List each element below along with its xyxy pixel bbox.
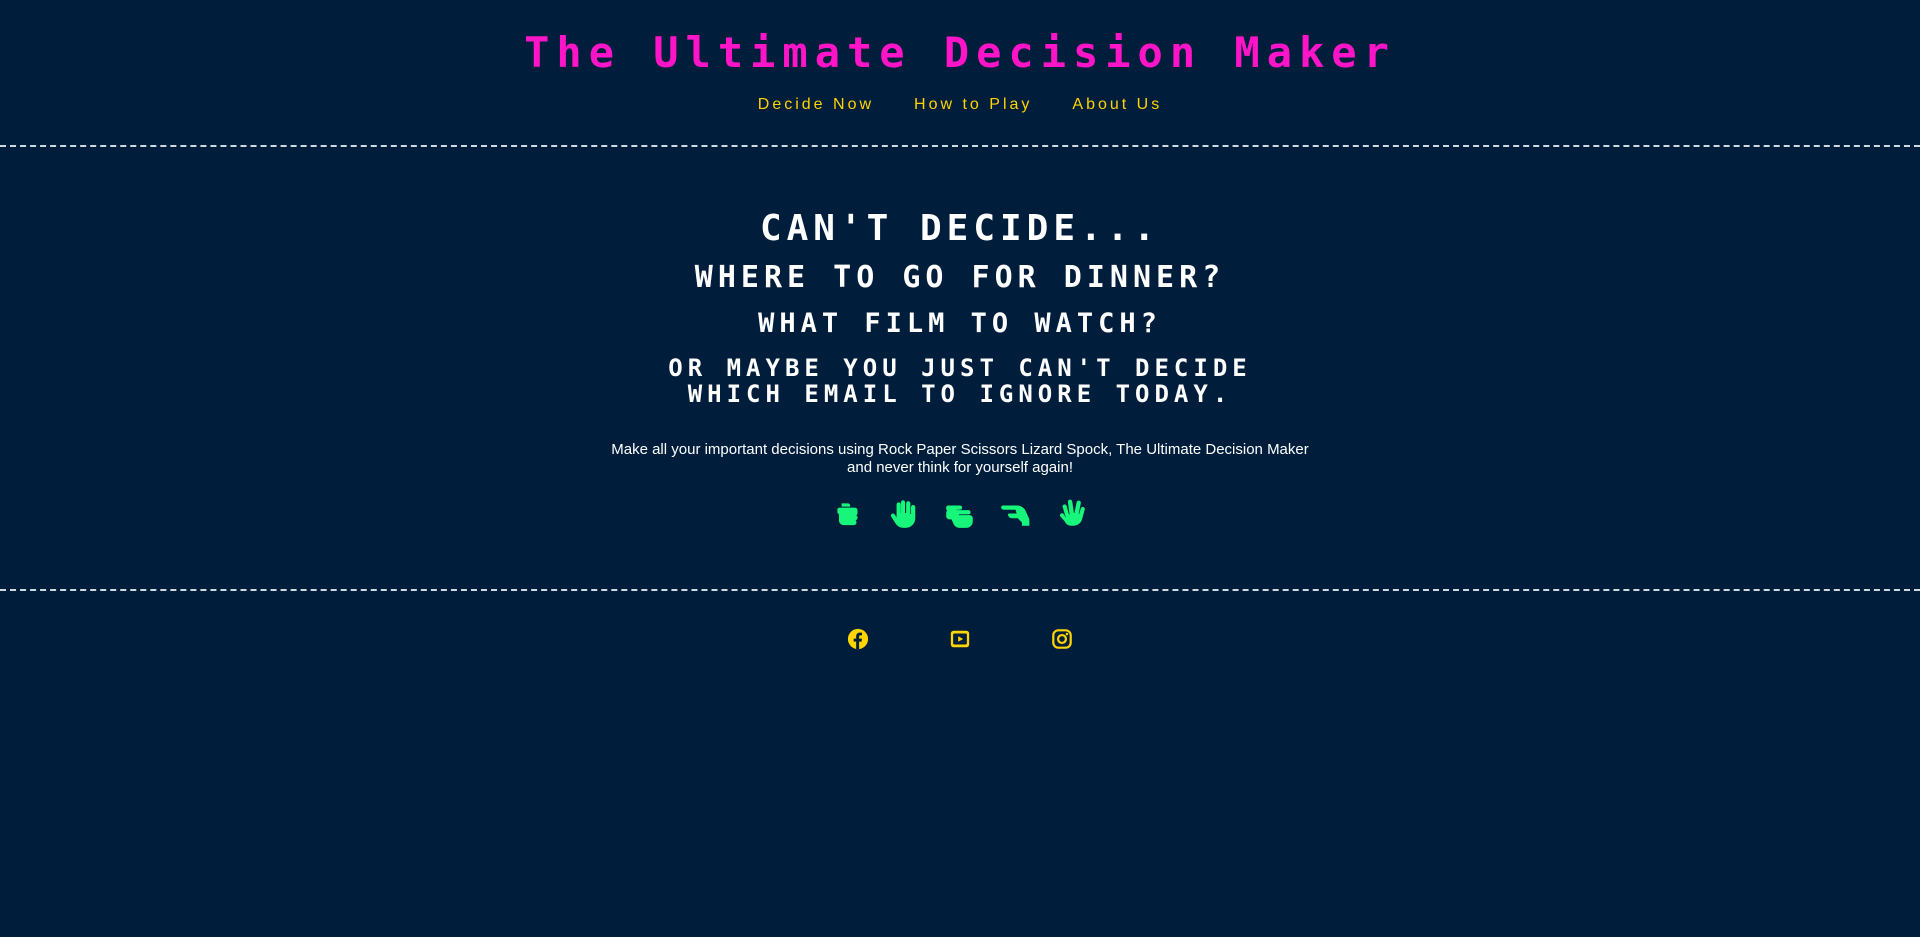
- hand-paper-icon[interactable]: [887, 497, 921, 531]
- site-header: The Ultimate Decision Maker Decide Now H…: [0, 0, 1920, 114]
- nav-how-to-play[interactable]: How to Play: [914, 96, 1032, 114]
- hand-icons: [0, 497, 1920, 531]
- nav-about-us[interactable]: About Us: [1072, 96, 1162, 114]
- site-title: The Ultimate Decision Maker: [524, 28, 1396, 77]
- hero-question-email-line1: Or maybe you just can't decide: [668, 354, 1252, 382]
- hero-tagline: Make all your important decisions using …: [580, 441, 1340, 477]
- hand-lizard-icon[interactable]: [999, 497, 1033, 531]
- hero-tagline-line2: and never think for yourself again!: [847, 459, 1073, 476]
- hand-rock-icon[interactable]: [831, 497, 865, 531]
- hero-section: Can't decide... Where to go for dinner? …: [0, 205, 1920, 531]
- hand-scissors-icon[interactable]: [943, 497, 977, 531]
- main-nav: Decide Now How to Play About Us: [0, 96, 1920, 114]
- social-links: [0, 628, 1920, 650]
- hero-question-dinner: Where to go for dinner?: [694, 260, 1226, 295]
- hero-tagline-line1: Make all your important decisions using …: [611, 441, 1309, 458]
- hero-question-email-line2: which email to ignore today.: [687, 380, 1233, 408]
- nav-decide-now[interactable]: Decide Now: [758, 96, 874, 114]
- hero-heading: Can't decide...: [759, 208, 1161, 249]
- footer-divider: [0, 589, 1920, 591]
- youtube-icon[interactable]: [949, 628, 971, 650]
- instagram-icon[interactable]: [1051, 628, 1073, 650]
- header-divider: [0, 145, 1920, 147]
- facebook-icon[interactable]: [847, 628, 869, 650]
- hand-spock-icon[interactable]: [1055, 497, 1089, 531]
- hero-question-email: Or maybe you just can't decide which ema…: [0, 355, 1920, 407]
- hero-question-film: What film to watch?: [758, 308, 1162, 339]
